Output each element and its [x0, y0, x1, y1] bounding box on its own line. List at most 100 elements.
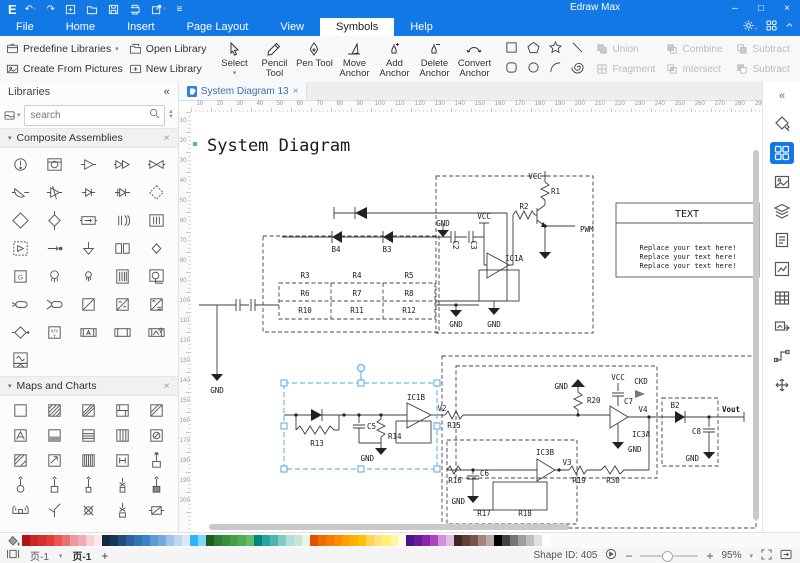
library-symbol-plain-square[interactable] — [6, 398, 36, 423]
library-symbol-valve-post[interactable] — [108, 498, 138, 523]
zoom-slider[interactable] — [640, 555, 698, 557]
zoom-slider-knob[interactable] — [662, 551, 673, 562]
library-symbol-hatch-corner-square[interactable] — [6, 448, 36, 473]
convert-anchor-button[interactable]: Convert Anchor — [454, 38, 494, 80]
color-swatch[interactable] — [422, 535, 430, 546]
color-swatch[interactable] — [54, 535, 62, 546]
library-symbol-ac-dc-box[interactable] — [142, 290, 172, 318]
color-swatch[interactable] — [446, 535, 454, 546]
library-symbol-diag-square[interactable] — [142, 398, 172, 423]
color-swatch[interactable] — [334, 535, 342, 546]
fill-bucket-icon[interactable] — [4, 535, 22, 547]
library-section-header-2[interactable]: ▾Maps and Charts× — [0, 376, 178, 396]
add-page-button[interactable]: + — [101, 549, 108, 563]
library-symbol-motor-rect[interactable] — [142, 262, 172, 290]
library-symbol-circle-hatch-square[interactable] — [142, 423, 172, 448]
color-swatch[interactable] — [86, 535, 94, 546]
library-symbol-bar-bottom-square[interactable] — [40, 423, 70, 448]
color-swatch[interactable] — [118, 535, 126, 546]
collapse-sidebar-icon[interactable]: « — [164, 86, 170, 98]
library-symbol-pin-box[interactable] — [40, 473, 70, 498]
save-button[interactable] — [108, 4, 119, 15]
color-swatch[interactable] — [406, 535, 414, 546]
library-symbol-mushroom-probe[interactable] — [40, 262, 70, 290]
color-swatch[interactable] — [182, 535, 190, 546]
color-swatch[interactable] — [310, 535, 318, 546]
library-symbol-arrow-box[interactable] — [74, 206, 104, 234]
subtract-button[interactable]: Subtract — [736, 39, 800, 59]
library-symbol-dot-arrow[interactable] — [40, 234, 70, 262]
search-icon[interactable] — [149, 108, 160, 122]
menu-file[interactable]: File — [0, 18, 50, 36]
color-swatch[interactable] — [110, 535, 118, 546]
color-swatch[interactable] — [158, 535, 166, 546]
library-symbol-pole-circle[interactable] — [6, 150, 36, 178]
library-symbol-meter-cell-box[interactable] — [74, 318, 104, 346]
library-symbol-diode-anode[interactable] — [74, 178, 104, 206]
distribute-panel-icon[interactable] — [770, 374, 794, 396]
library-symbol-capsule-plug[interactable] — [6, 290, 36, 318]
library-symbol-pin-small-box[interactable] — [74, 473, 104, 498]
clipart-panel-icon[interactable] — [770, 316, 794, 338]
library-symbol-pin-valve[interactable] — [108, 473, 138, 498]
library-symbol-pin-square[interactable] — [142, 448, 172, 473]
vertical-scrollbar[interactable] — [753, 150, 759, 520]
color-swatch[interactable] — [270, 535, 278, 546]
library-symbol-photo-cell-box[interactable] — [142, 318, 172, 346]
library-symbol-dashed-diamond[interactable] — [142, 178, 172, 206]
zoom-dropdown-caret-icon[interactable]: ▾ — [749, 552, 753, 560]
library-symbol-arrow-square[interactable] — [40, 448, 70, 473]
open-file-button[interactable] — [86, 4, 98, 15]
library-symbol-mushroom-small[interactable] — [74, 262, 104, 290]
delete-anchor-button[interactable]: Delete Anchor — [414, 38, 454, 80]
color-swatch[interactable] — [294, 535, 302, 546]
color-swatch[interactable] — [366, 535, 374, 546]
color-swatch[interactable] — [30, 535, 38, 546]
color-swatch[interactable] — [526, 535, 534, 546]
library-symbol-double-amp[interactable] — [108, 150, 138, 178]
color-swatch[interactable] — [238, 535, 246, 546]
color-swatch[interactable] — [62, 535, 70, 546]
close-button[interactable]: × — [774, 0, 800, 18]
library-symbol-g-box[interactable]: G — [6, 262, 36, 290]
library-symbol-circle-cross[interactable] — [74, 498, 104, 523]
color-swatch[interactable] — [198, 535, 206, 546]
color-swatch[interactable] — [542, 535, 550, 546]
fit-to-window-icon[interactable] — [780, 549, 792, 563]
color-swatch[interactable] — [206, 535, 214, 546]
close-tab-icon[interactable]: × — [293, 86, 299, 97]
library-drawer-icon[interactable]: ▾ — [4, 110, 21, 121]
library-symbol-diag-pole[interactable] — [40, 498, 70, 523]
color-swatch[interactable] — [342, 535, 350, 546]
library-symbol-coil-box[interactable] — [142, 206, 172, 234]
color-swatch[interactable] — [510, 535, 518, 546]
move-anchor-button[interactable]: Move Anchor — [334, 38, 374, 80]
menu-insert[interactable]: Insert — [111, 18, 171, 36]
menu-page-layout[interactable]: Page Layout — [171, 18, 265, 36]
library-symbol-transformer-box[interactable] — [108, 262, 138, 290]
color-swatch[interactable] — [22, 535, 30, 546]
image-panel-icon[interactable] — [770, 171, 794, 193]
color-swatch[interactable] — [174, 535, 182, 546]
color-swatch[interactable] — [534, 535, 542, 546]
library-symbol-diag-small-box[interactable] — [142, 498, 172, 523]
library-symbol-amp-triangle[interactable] — [74, 150, 104, 178]
fragment-button[interactable]: Fragment — [596, 59, 666, 79]
document-tab[interactable]: System Diagram 13 × — [179, 82, 308, 100]
pages-dropdown-caret-icon[interactable]: ▾ — [59, 552, 63, 560]
library-symbol-xy-box[interactable]: X/YY — [40, 318, 70, 346]
color-swatch[interactable] — [358, 535, 366, 546]
color-swatch[interactable] — [486, 535, 494, 546]
note-panel-icon[interactable] — [770, 229, 794, 251]
arc-shape-button[interactable] — [549, 61, 562, 77]
library-symbol-flag2-square[interactable] — [108, 398, 138, 423]
color-swatch[interactable] — [318, 535, 326, 546]
color-swatch[interactable] — [414, 535, 422, 546]
library-symbol-block-pair-box[interactable] — [108, 234, 138, 262]
color-swatch[interactable] — [430, 535, 438, 546]
minimize-button[interactable]: – — [722, 0, 748, 18]
rectangle-shape-button[interactable] — [505, 41, 518, 57]
color-swatch[interactable] — [70, 535, 78, 546]
rounded-rectangle-shape-button[interactable] — [505, 61, 518, 77]
library-symbol-sine-converter-box[interactable] — [108, 290, 138, 318]
